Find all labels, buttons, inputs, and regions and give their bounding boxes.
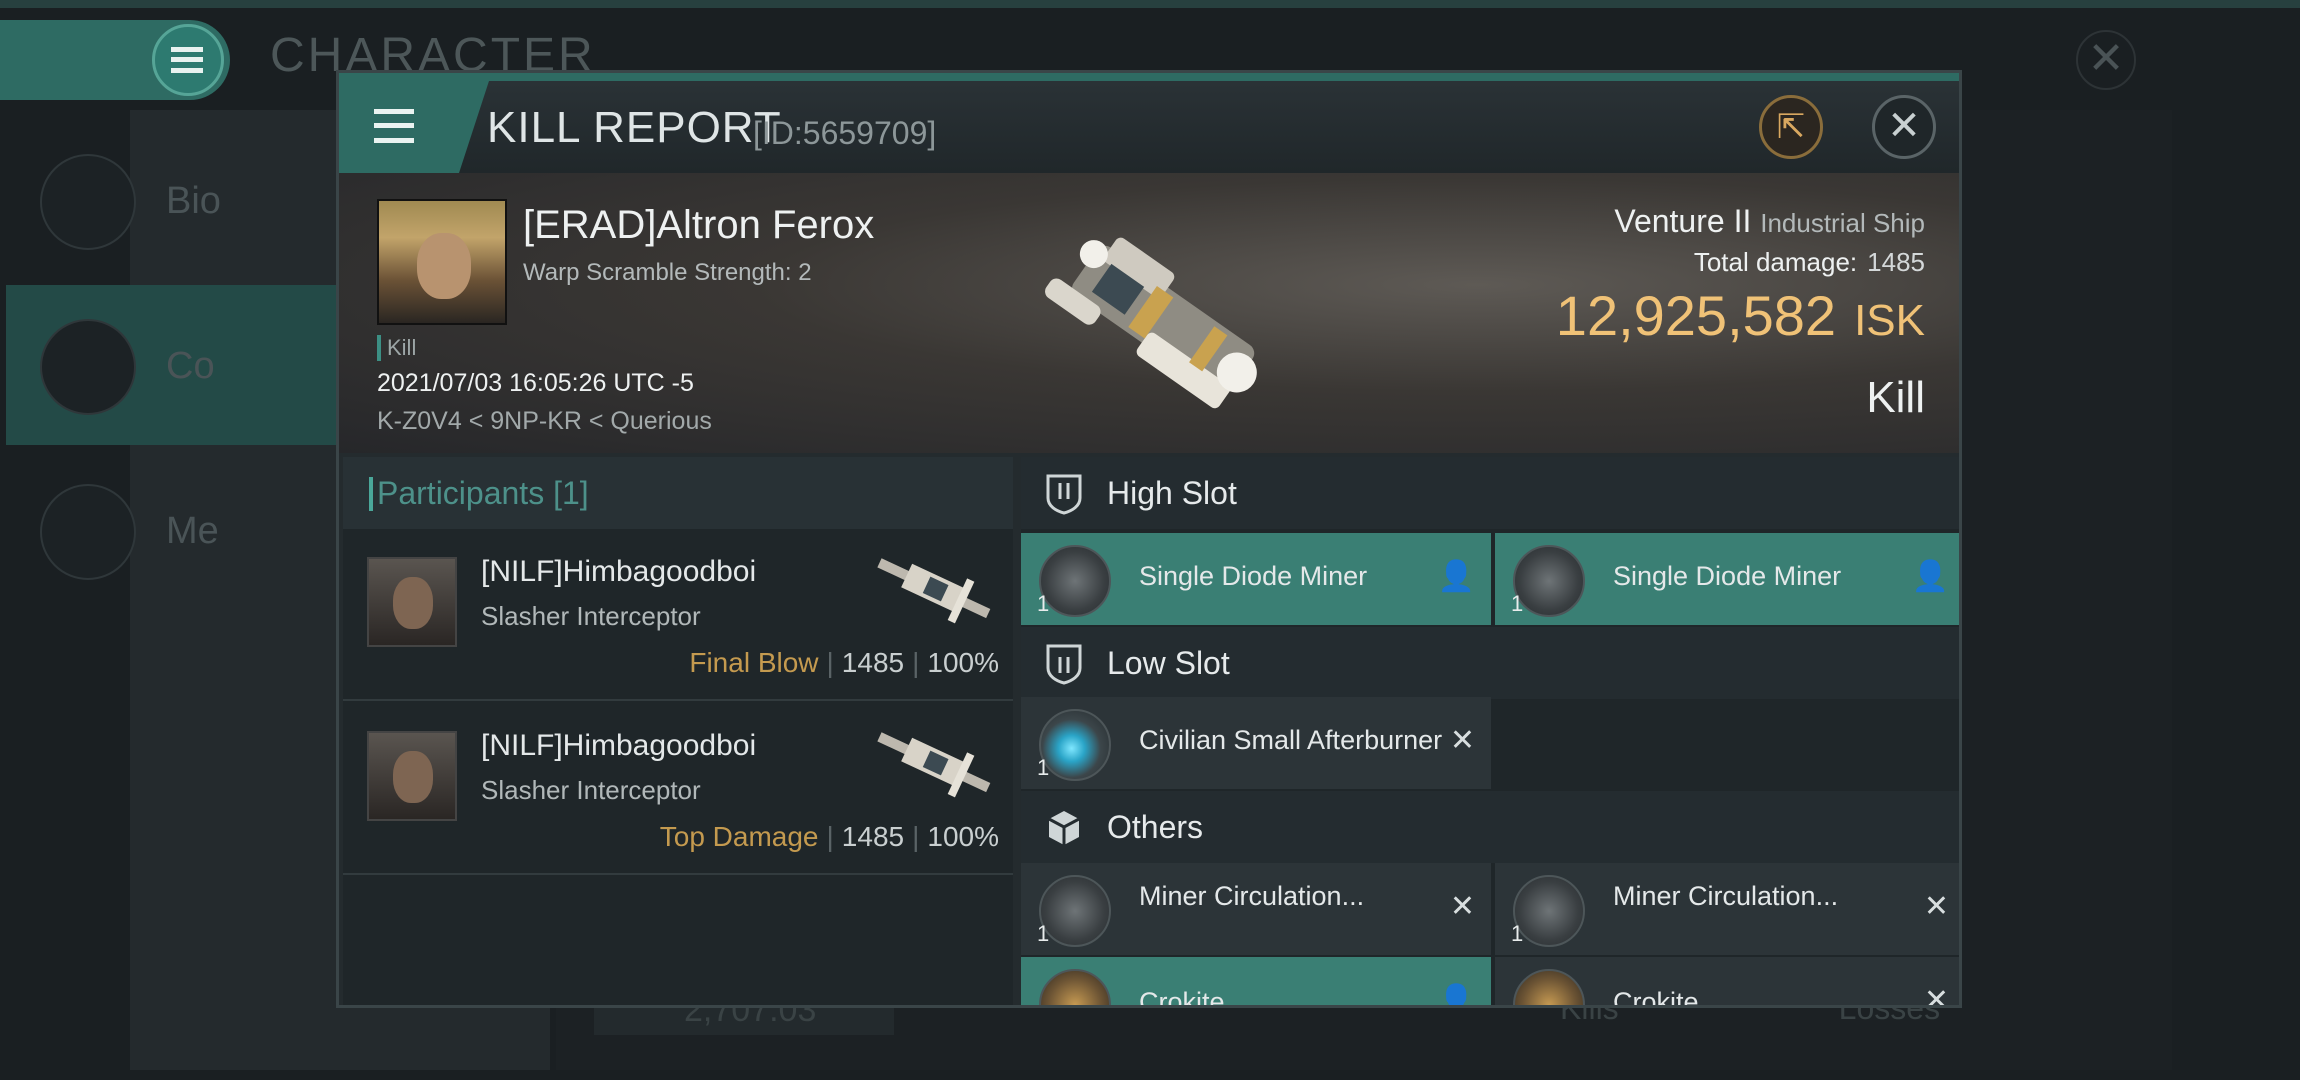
fitted-item[interactable]: 1 Civilian Small Afterburner ✕ (1021, 697, 1491, 789)
fitted-item[interactable]: Crokite 👤 (1021, 957, 1491, 1008)
close-icon: ✕ (1887, 104, 1921, 148)
kill-tag: Kill (377, 335, 416, 361)
miner-module-icon (1513, 545, 1585, 617)
hamburger-icon (374, 109, 414, 143)
fitted-item[interactable]: 1 Miner Circulation... ✕ (1495, 863, 1959, 955)
background-close-icon[interactable]: ✕ (2076, 30, 2136, 90)
dropped-pilot-icon: 👤 (1911, 560, 1949, 593)
crossed-swords-icon (40, 319, 136, 415)
background-menu-button[interactable] (0, 20, 230, 100)
item-name: Miner Circulation... (1139, 881, 1365, 911)
share-button[interactable]: ⇱ (1759, 95, 1823, 159)
miner-module-icon (1039, 545, 1111, 617)
destroyed-x-icon: ✕ (1923, 890, 1949, 923)
participant-ship-image (877, 558, 991, 624)
dropped-pilot-icon: 👤 (1437, 560, 1475, 593)
report-id: [ID:5659709] (753, 115, 937, 151)
low-slot-header: Low Slot (1021, 627, 1959, 699)
victim-ship-image[interactable] (1009, 193, 1309, 443)
isk-value: 12,925,582 ISK (1555, 284, 1925, 347)
item-name: Civilian Small Afterburner (1139, 725, 1443, 755)
participants-header: Participants [1] (343, 457, 1013, 529)
ship-name[interactable]: Venture II Industrial Ship (1614, 203, 1925, 240)
participant-stats: Top Damage | 1485 | 100% (659, 821, 999, 852)
participant-ship: Slasher Interceptor (481, 775, 701, 805)
afterburner-icon (1039, 709, 1111, 781)
item-name: Single Diode Miner (1613, 561, 1842, 591)
others-header: Others (1021, 791, 1959, 863)
close-button[interactable]: ✕ (1872, 95, 1936, 159)
participant-avatar[interactable] (367, 731, 457, 821)
hamburger-icon (171, 47, 203, 73)
high-slot-header: High Slot (1021, 457, 1959, 529)
victim-avatar[interactable] (377, 199, 507, 325)
miner-module-icon (1513, 875, 1585, 947)
fitting-panel: High Slot 1 Single Diode Miner 👤 1 Singl… (1021, 457, 1959, 1008)
victim-banner: [ERAD]Altron Ferox Warp Scramble Strengt… (339, 173, 1959, 453)
ore-icon (1513, 969, 1585, 1005)
miner-module-icon (1039, 875, 1111, 947)
dialog-header: KILL REPORT [ID:5659709] ⇱ ✕ (339, 81, 1959, 173)
fitted-item[interactable]: 1 Miner Circulation... ✕ (1021, 863, 1491, 955)
fitted-item[interactable]: 1 Single Diode Miner 👤 (1495, 533, 1959, 625)
victim-subtitle: Warp Scramble Strength: 2 (523, 259, 812, 286)
star-badge-icon (40, 484, 136, 580)
item-name: Miner Circulation... (1613, 881, 1839, 911)
item-name: Crokite (1139, 987, 1225, 1008)
fitted-item[interactable]: 1 Single Diode Miner 👤 (1021, 533, 1491, 625)
participant-ship-image (877, 732, 991, 798)
participant-ship: Slasher Interceptor (481, 601, 701, 631)
participants-panel: Participants [1] [NILF]Himbagoodboi Slas… (343, 457, 1013, 1005)
list-icon (40, 154, 136, 250)
item-name: Single Diode Miner (1139, 561, 1368, 591)
dialog-title: KILL REPORT (487, 103, 782, 152)
fitted-item[interactable]: Crokite ✕ (1495, 957, 1959, 1008)
victim-name[interactable]: [ERAD]Altron Ferox (523, 203, 874, 248)
top-accent-line (0, 0, 2300, 8)
participant-name: [NILF]Himbagoodboi (481, 729, 757, 762)
destroyed-x-icon: ✕ (1923, 984, 1949, 1008)
kill-location[interactable]: K-Z0V4 < 9NP-KR < Querious (377, 407, 712, 436)
kill-datetime: 2021/07/03 16:05:26 UTC -5 (377, 369, 694, 397)
participant-name: [NILF]Himbagoodboi (481, 555, 757, 588)
kill-result: Kill (1866, 373, 1925, 422)
cargo-box-icon (1048, 811, 1080, 845)
participant-avatar[interactable] (367, 557, 457, 647)
dialog-top-accent (339, 73, 1959, 81)
participant-row[interactable]: [NILF]Himbagoodboi Slasher Interceptor F… (343, 529, 1013, 701)
item-name: Crokite (1613, 987, 1699, 1008)
high-slot-icon (1046, 474, 1082, 515)
destroyed-x-icon: ✕ (1449, 724, 1475, 757)
participant-stats: Final Blow | 1485 | 100% (689, 647, 999, 678)
kill-report-dialog: KILL REPORT [ID:5659709] ⇱ ✕ [ERAD]Altro… (336, 70, 1962, 1008)
external-link-icon: ⇱ (1776, 108, 1806, 146)
destroyed-x-icon: ✕ (1449, 890, 1475, 923)
dialog-menu-button[interactable] (339, 81, 489, 173)
participant-row[interactable]: [NILF]Himbagoodboi Slasher Interceptor T… (343, 703, 1013, 875)
dropped-pilot-icon: 👤 (1437, 984, 1475, 1008)
total-damage: Total damage: 1485 (1693, 247, 1925, 277)
low-slot-icon (1046, 644, 1082, 685)
ore-icon (1039, 969, 1111, 1005)
